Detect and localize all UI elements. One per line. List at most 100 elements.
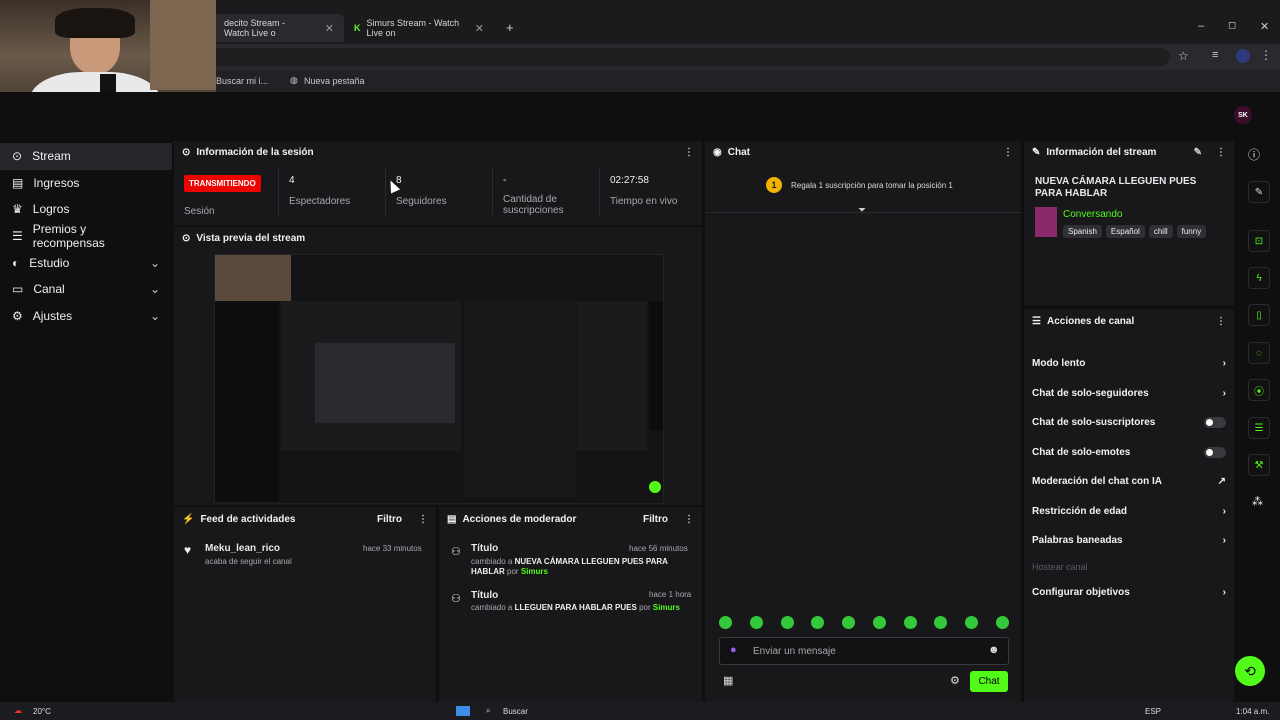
sidebar-item-canal[interactable]: ▭ Canal ⌄	[0, 276, 172, 303]
action-subscribers-only[interactable]: Chat de solo-suscriptores	[1024, 408, 1234, 438]
wrench-icon[interactable]: ⚒	[1248, 454, 1270, 476]
tag[interactable]: Español	[1105, 225, 1145, 238]
clock[interactable]: 1:04 a.m.	[1236, 707, 1269, 716]
bookmark-item[interactable]: Nueva pestaña	[304, 76, 365, 86]
sidebar-item-ajustes[interactable]: ⚙ Ajustes ⌄	[0, 303, 172, 330]
broadcast-icon: ⊙	[182, 146, 191, 158]
tag[interactable]: funny	[1176, 225, 1207, 238]
edit-icon[interactable]: ✎	[1248, 181, 1270, 203]
extensions-icon[interactable]: ≡	[1212, 49, 1218, 61]
action-followers-only[interactable]: Chat de solo-seguidores ›	[1024, 379, 1234, 409]
toggle-switch[interactable]	[1204, 446, 1226, 458]
bolt-icon: ⚡	[182, 513, 195, 525]
browser-tab[interactable]: decito Stream - Watch Live o ✕	[214, 14, 344, 42]
more-icon[interactable]: ⋮	[1003, 147, 1013, 158]
emote-icon[interactable]	[749, 616, 763, 629]
close-icon[interactable]: ✕	[475, 22, 484, 35]
bolt-icon[interactable]: ϟ	[1248, 267, 1270, 289]
emote-icon[interactable]	[811, 616, 825, 629]
more-icon[interactable]: ⋮	[1216, 316, 1226, 327]
sidebar-item-premios[interactable]: ☰ Premios y recompensas	[0, 222, 172, 251]
new-tab-button[interactable]: +	[506, 20, 514, 35]
close-icon[interactable]: ✕	[325, 22, 334, 35]
filter-button[interactable]: Filtro	[643, 514, 668, 525]
tag[interactable]: chill	[1148, 225, 1173, 238]
action-host-channel: Hostear canal	[1024, 556, 1234, 578]
filter-button[interactable]: Filtro	[377, 514, 402, 525]
tag[interactable]: Spanish	[1063, 225, 1102, 238]
taskbar-search[interactable]: Buscar	[503, 707, 528, 716]
gift-icon[interactable]: ▦	[723, 674, 733, 687]
url-field[interactable]	[210, 48, 1170, 66]
more-icon[interactable]: ⋮	[684, 514, 694, 525]
emote-icon[interactable]	[872, 616, 886, 629]
profile-icon[interactable]	[1236, 49, 1250, 63]
more-icon[interactable]: ⋮	[418, 514, 428, 525]
channel-actions-panel: ☰ Acciones de canal ⋮ Modo lento › Chat de …	[1024, 309, 1234, 702]
maximize-button[interactable]: ◻	[1228, 20, 1236, 31]
emoji-icon[interactable]: ☻	[988, 644, 1000, 656]
chevron-right-icon: ›	[1222, 535, 1226, 547]
collapse-icon[interactable]: ⏷	[858, 205, 866, 216]
mod-user[interactable]: Simurs	[653, 603, 680, 612]
chat-bubble-icon[interactable]: ◌	[1248, 342, 1270, 364]
mod-prefix: cambiado a	[471, 603, 513, 612]
activity-fab-button[interactable]: ⟲	[1235, 656, 1265, 686]
emote-icon[interactable]	[842, 616, 856, 629]
menu-icon[interactable]: ⋮	[1260, 48, 1272, 62]
sidebar-item-stream[interactable]: ⊙ Stream	[0, 143, 172, 170]
user-edit-icon: ⚇	[451, 546, 461, 558]
browser-tab[interactable]: K Simurs Stream - Watch Live on ✕	[344, 14, 494, 42]
sidebar-item-logros[interactable]: ♛ Logros	[0, 196, 172, 223]
chat-icon: ◉	[713, 146, 722, 158]
stat-label: Tiempo en vivo	[610, 196, 678, 207]
avatar[interactable]: SK	[1234, 106, 1252, 124]
preview-nested	[315, 343, 455, 423]
action-ai-moderation[interactable]: Moderación del chat con IA ↗	[1024, 467, 1234, 497]
search-icon[interactable]: ⌕	[486, 706, 490, 716]
broadcast-icon[interactable]: ⦿	[1248, 379, 1270, 401]
nodes-icon[interactable]: ⁂	[1252, 495, 1263, 508]
sidebar-item-label: Premios y recompensas	[32, 222, 105, 251]
sidebar-item-ingresos[interactable]: ▤ Ingresos	[0, 170, 172, 197]
language-indicator[interactable]: ESP	[1145, 707, 1161, 716]
target-icon[interactable]: ⊡	[1248, 230, 1270, 252]
category-name[interactable]: Conversando	[1063, 209, 1122, 220]
action-emotes-only[interactable]: Chat de solo-emotes	[1024, 438, 1234, 468]
star-icon[interactable]: ☆	[1178, 49, 1189, 63]
stream-preview-panel: ⊙ Vista previa del stream	[174, 227, 702, 505]
action-age-restriction[interactable]: Restricción de edad ›	[1024, 497, 1234, 527]
windows-start-icon[interactable]	[456, 706, 470, 716]
feed-user[interactable]: Meku_lean_rico	[205, 543, 280, 554]
bookmark-item[interactable]: Buscar mi i...	[216, 76, 268, 86]
emote-icon[interactable]	[965, 616, 979, 629]
emote-icon[interactable]	[780, 616, 794, 629]
emote-icon[interactable]	[995, 616, 1009, 629]
sidebar-item-estudio[interactable]: ◐ Estudio ⌄	[0, 249, 172, 276]
panel-title: Feed de actividades	[200, 513, 296, 525]
chat-send-button[interactable]: Chat	[970, 671, 1008, 692]
more-icon[interactable]: ⋮	[1216, 147, 1226, 158]
category-thumbnail[interactable]	[1035, 207, 1057, 237]
list-icon: ☰	[12, 229, 23, 244]
emote-icon[interactable]	[719, 616, 732, 629]
emote-icon[interactable]	[903, 616, 917, 629]
action-slow-mode[interactable]: Modo lento ›	[1024, 349, 1234, 379]
microphone-icon[interactable]: ●	[730, 644, 737, 656]
more-icon[interactable]: ⋮	[684, 147, 694, 158]
gift-banner[interactable]: 1 Regala 1 suscripción para tomar la pos…	[705, 169, 1021, 216]
action-banned-words[interactable]: Palabras baneadas ›	[1024, 526, 1234, 556]
emote-icon[interactable]	[934, 616, 948, 629]
preview-video[interactable]	[214, 254, 664, 504]
gear-icon[interactable]: ⚙	[950, 674, 960, 687]
list-icon[interactable]: ☰	[1248, 417, 1270, 439]
document-icon[interactable]: ▯	[1248, 304, 1270, 326]
toggle-switch[interactable]	[1204, 417, 1226, 429]
action-configure-goals[interactable]: Configurar objetivos ›	[1024, 578, 1234, 608]
edit-icon[interactable]: ✎	[1194, 147, 1202, 158]
window-close-button[interactable]: ✕	[1260, 20, 1269, 33]
chat-input[interactable]: ● Enviar un mensaje ☻	[719, 637, 1009, 665]
mod-user[interactable]: Simurs	[521, 567, 548, 576]
minimize-button[interactable]: –	[1198, 20, 1204, 32]
info-icon[interactable]: ⓘ	[1248, 146, 1260, 163]
